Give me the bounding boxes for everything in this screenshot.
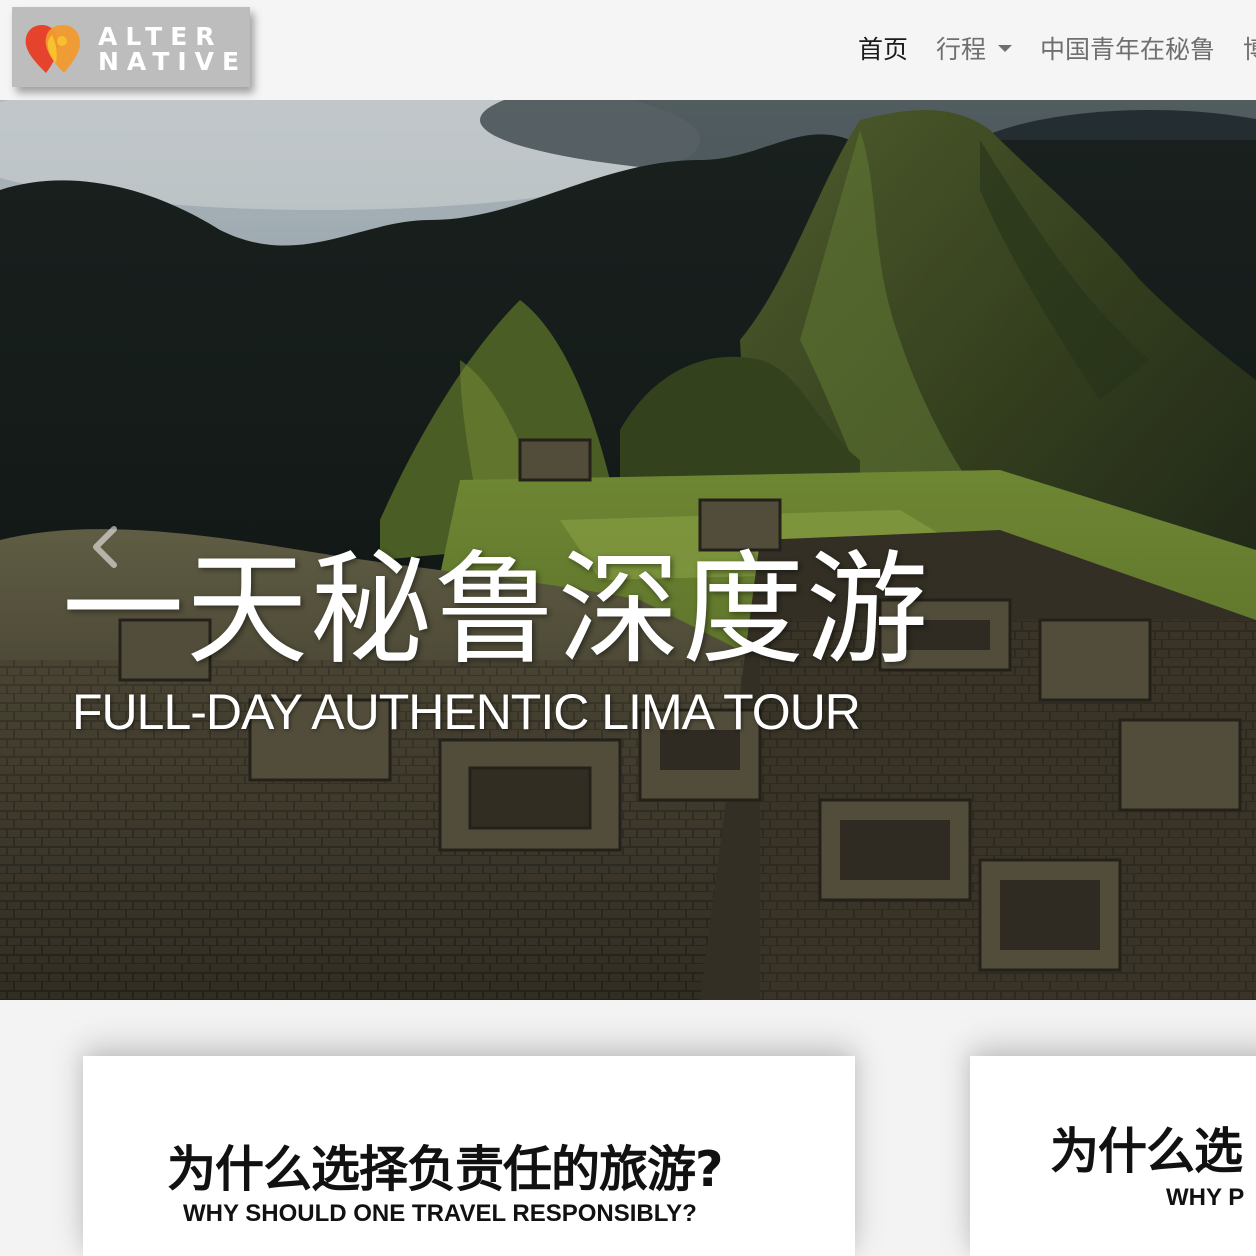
nav-item-itinerary[interactable]: 行程 [936,30,1013,66]
nav-item-blog[interactable]: 博 [1243,30,1256,66]
hero-subtitle: FULL-DAY AUTHENTIC LIMA TOUR [72,684,861,740]
why-responsible-travel-card[interactable]: 为什么选择负责任的旅游? WHY SHOULD ONE TRAVEL RESPO… [83,1056,855,1256]
site-header: ALTER NATIVE 首页 行程 中国青年在秘鲁 博 [0,0,1256,100]
hero-carousel: 一天秘鲁深度游 FULL-DAY AUTHENTIC LIMA TOUR [0,100,1256,1000]
caret-down-icon [998,44,1013,52]
nav-item-label: 博 [1243,35,1256,64]
main-nav: 首页 行程 中国青年在秘鲁 博 [858,30,1256,66]
alternative-logo[interactable]: ALTER NATIVE [12,7,250,87]
nav-item-home[interactable]: 首页 [858,30,908,66]
logo-text-line1: ALTER [98,22,223,51]
nav-item-label: 首页 [858,35,909,64]
nav-item-chinese-youth-in-peru[interactable]: 中国青年在秘鲁 [1040,30,1215,66]
nav-item-label: 中国青年在秘鲁 [1040,35,1216,64]
why-choose-card[interactable]: 为什么选 WHY P [970,1056,1256,1256]
logo-text-line2: NATIVE [98,47,248,76]
card-subtitle: WHY P [1166,1184,1245,1211]
card-title: 为什么选择负责任的旅游? [167,1141,723,1198]
map-pin-logo-icon [25,25,80,73]
card-title: 为什么选 [1050,1123,1243,1180]
hero-title: 一天秘鲁深度游 [62,539,930,681]
card-subtitle: WHY SHOULD ONE TRAVEL RESPONSIBLY? [183,1200,697,1227]
nav-item-label: 行程 [936,35,987,64]
